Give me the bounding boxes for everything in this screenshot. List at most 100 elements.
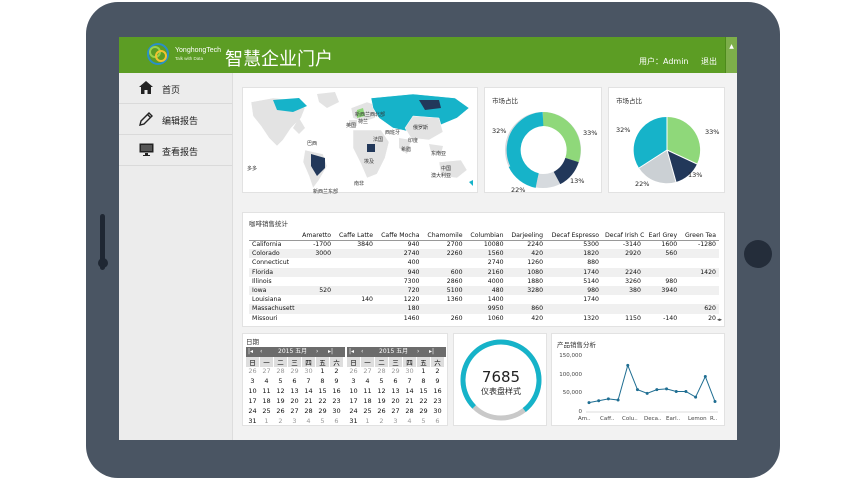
scroll-up-button[interactable]: ▲	[725, 37, 737, 73]
next-month-button[interactable]: ›	[417, 347, 419, 357]
calendar-day[interactable]: 19	[274, 397, 287, 405]
calendar-day[interactable]: 2	[431, 367, 444, 375]
calendar-day[interactable]: 14	[302, 387, 315, 395]
donut-chart[interactable]	[485, 88, 603, 194]
column-header[interactable]: Earl Grey	[643, 231, 681, 241]
calendar-day[interactable]: 27	[361, 367, 374, 375]
calendar-day[interactable]: 29	[389, 367, 402, 375]
first-month-button[interactable]: |◂	[349, 347, 354, 357]
calendar-day[interactable]: 21	[403, 397, 416, 405]
data-point[interactable]	[655, 388, 659, 392]
pie-chart[interactable]	[609, 88, 726, 194]
calendar-day[interactable]: 1	[316, 367, 329, 375]
table-row[interactable]: Missouri 1460 260 1060 420 1320 1150 -140 20	[249, 314, 719, 323]
calendar-day[interactable]: 20	[389, 397, 402, 405]
table-row[interactable]: Connecticut 400 2740 1260 880	[249, 258, 719, 267]
calendar-day[interactable]: 2	[375, 417, 388, 425]
calendar-day[interactable]: 3	[246, 377, 259, 385]
calendar-day[interactable]: 26	[246, 367, 259, 375]
calendar-day[interactable]: 25	[361, 407, 374, 415]
calendar-day[interactable]: 17	[246, 397, 259, 405]
calendar-day[interactable]: 16	[330, 387, 343, 395]
prev-month-button[interactable]: ‹	[361, 347, 363, 357]
data-point[interactable]	[713, 400, 717, 404]
next-month-button[interactable]: ›	[316, 347, 318, 357]
calendar-day[interactable]: 4	[260, 377, 273, 385]
data-point[interactable]	[703, 375, 707, 379]
calendar-day[interactable]: 1	[361, 417, 374, 425]
column-header[interactable]: Columbian	[465, 231, 507, 241]
calendar-day[interactable]: 9	[431, 377, 444, 385]
calendar-day[interactable]: 10	[347, 387, 360, 395]
calendar-day[interactable]: 5	[417, 417, 430, 425]
calendar-day[interactable]: 24	[347, 407, 360, 415]
calendar-day[interactable]: 4	[403, 417, 416, 425]
calendar-day[interactable]: 29	[417, 407, 430, 415]
calendar-day[interactable]: 30	[431, 407, 444, 415]
calendar-day[interactable]: 13	[288, 387, 301, 395]
scroll-right-icon[interactable]: ◂▸	[717, 317, 722, 323]
calendar-day[interactable]: 5	[316, 417, 329, 425]
calendar-day[interactable]: 27	[389, 407, 402, 415]
calendar-day[interactable]: 5	[274, 377, 287, 385]
data-point[interactable]	[616, 398, 620, 402]
column-header[interactable]: Amaretto	[297, 231, 335, 241]
calendar-day[interactable]: 6	[330, 417, 343, 425]
calendar-day[interactable]: 4	[302, 417, 315, 425]
calendar-day[interactable]: 30	[330, 407, 343, 415]
calendar-day[interactable]: 12	[375, 387, 388, 395]
calendar-day[interactable]: 27	[288, 407, 301, 415]
calendar-day[interactable]: 18	[260, 397, 273, 405]
calendar-day[interactable]: 3	[389, 417, 402, 425]
column-header[interactable]: Decaf Irish Cream	[602, 231, 644, 241]
calendar-day[interactable]: 11	[361, 387, 374, 395]
data-point[interactable]	[606, 397, 610, 401]
user-label[interactable]: 用户：Admin	[639, 56, 689, 67]
data-point[interactable]	[587, 401, 591, 405]
data-point[interactable]	[684, 389, 688, 393]
calendar-day[interactable]: 22	[316, 397, 329, 405]
data-point[interactable]	[674, 389, 678, 393]
data-point[interactable]	[645, 391, 649, 395]
column-header[interactable]: Green Tea	[680, 231, 719, 241]
table-row[interactable]: Massachusett 180 9950 860 620	[249, 304, 719, 314]
calendar-day[interactable]: 3	[347, 377, 360, 385]
sidebar-item-view-report[interactable]: 查看报告	[119, 135, 232, 166]
calendar-day[interactable]: 28	[302, 407, 315, 415]
calendar-day[interactable]: 30	[302, 367, 315, 375]
calendar-day[interactable]: 28	[274, 367, 287, 375]
column-header[interactable]: Caffe Latte	[334, 231, 376, 241]
calendar-day[interactable]: 22	[417, 397, 430, 405]
first-month-button[interactable]: |◂	[248, 347, 253, 357]
tablet-home-button[interactable]	[744, 240, 772, 268]
calendar-day[interactable]: 26	[347, 367, 360, 375]
calendar-day[interactable]: 5	[375, 377, 388, 385]
calendar-day[interactable]: 27	[260, 367, 273, 375]
calendar-day[interactable]: 1	[417, 367, 430, 375]
calendar-day[interactable]: 14	[403, 387, 416, 395]
prev-month-button[interactable]: ‹	[260, 347, 262, 357]
calendar-day[interactable]: 29	[288, 367, 301, 375]
column-header[interactable]	[249, 231, 298, 241]
calendar-day[interactable]: 15	[316, 387, 329, 395]
calendar-day[interactable]: 1	[260, 417, 273, 425]
calendar-day[interactable]: 13	[389, 387, 402, 395]
calendar-day[interactable]: 6	[288, 377, 301, 385]
calendar-day[interactable]: 12	[274, 387, 287, 395]
data-point[interactable]	[635, 388, 639, 392]
calendar-day[interactable]: 3	[288, 417, 301, 425]
table-row[interactable]: California -1700 3840 940 2700 10080 2240 5300 -…	[249, 240, 719, 249]
data-point[interactable]	[597, 399, 601, 403]
column-header[interactable]: Caffe Mocha	[376, 231, 423, 241]
table-row[interactable]: Louisiana 140 1220 1360 1400 1740	[249, 295, 719, 304]
calendar-day[interactable]: 24	[246, 407, 259, 415]
calendar-day[interactable]: 18	[361, 397, 374, 405]
calendar-day[interactable]: 20	[288, 397, 301, 405]
calendar-day[interactable]: 17	[347, 397, 360, 405]
calendar-day[interactable]: 7	[403, 377, 416, 385]
calendar-day[interactable]: 2	[274, 417, 287, 425]
calendar-day[interactable]: 23	[431, 397, 444, 405]
calendar-day[interactable]: 26	[375, 407, 388, 415]
calendar-day[interactable]: 8	[417, 377, 430, 385]
calendar-day[interactable]: 31	[347, 417, 360, 425]
